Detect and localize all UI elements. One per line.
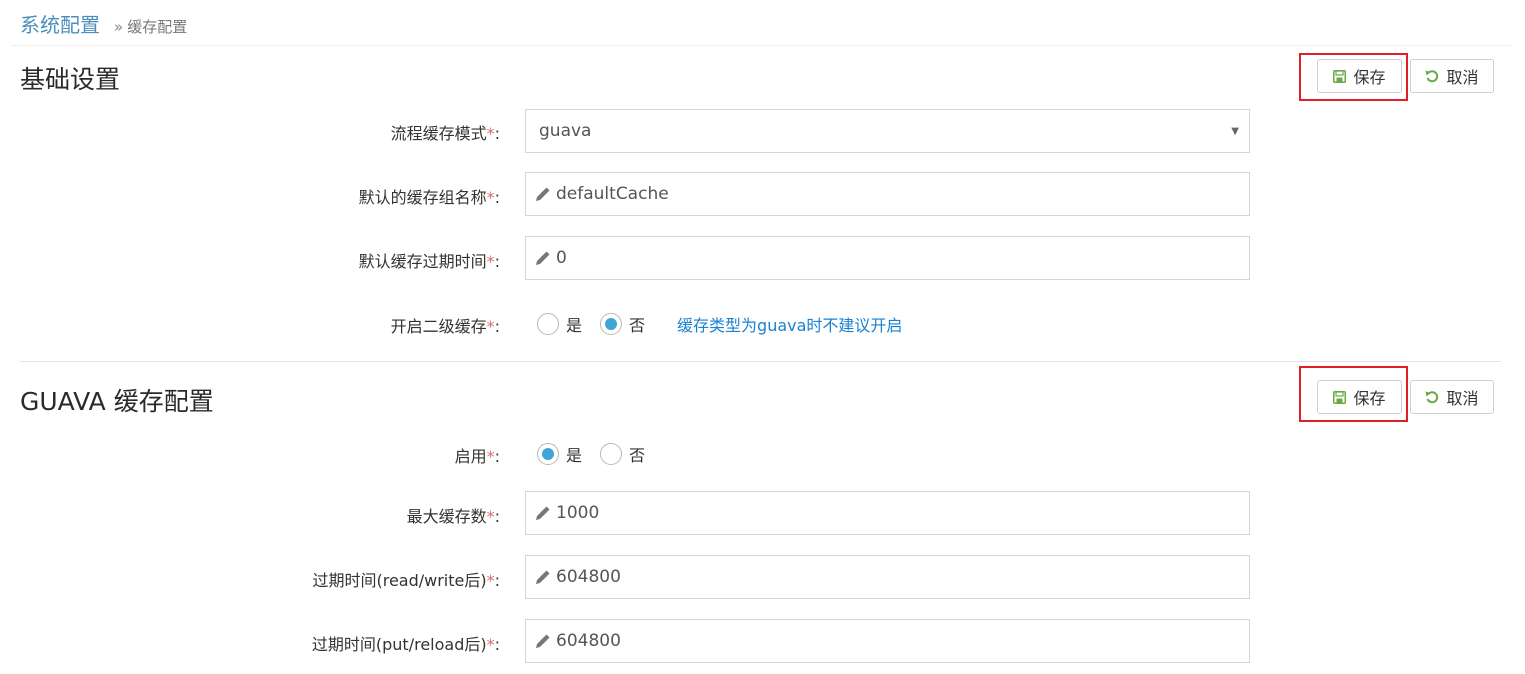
- field-label-group-name: 默认的缓存组名称*:: [358, 188, 500, 207]
- cancel-button-label: 取消: [1446, 389, 1479, 408]
- radio-yes[interactable]: [537, 313, 559, 335]
- field-label-expire-rw: 过期时间(read/write后)*:: [312, 571, 500, 590]
- pencil-icon: [534, 249, 552, 267]
- pencil-icon: [534, 504, 552, 522]
- cache-mode-value: guava: [539, 121, 592, 141]
- breadcrumb-divider: [12, 45, 1514, 46]
- breadcrumb-current: 缓存配置: [127, 18, 188, 36]
- cache-mode-select[interactable]: guava ▼: [525, 109, 1250, 153]
- section-title-guava: GUAVA 缓存配置: [20, 387, 214, 416]
- expire-time-value: 0: [556, 248, 567, 268]
- save-icon: [1333, 69, 1347, 83]
- cancel-button-basic[interactable]: 取消: [1410, 59, 1494, 93]
- save-icon: [1333, 390, 1347, 404]
- section-title-basic: 基础设置: [20, 65, 121, 94]
- field-label-cache-mode: 流程缓存模式*:: [390, 124, 500, 143]
- cancel-button-guava[interactable]: 取消: [1410, 380, 1494, 414]
- cancel-button-label: 取消: [1446, 68, 1479, 87]
- pencil-icon: [534, 185, 552, 203]
- breadcrumb-separator: »: [114, 18, 124, 36]
- second-level-option-yes[interactable]: 是: [537, 312, 582, 336]
- pencil-icon: [534, 568, 552, 586]
- breadcrumb-root-link[interactable]: 系统配置: [20, 9, 100, 38]
- field-label-second-level: 开启二级缓存*:: [390, 317, 500, 336]
- section-divider: [20, 361, 1501, 362]
- save-button-basic[interactable]: 保存: [1317, 59, 1402, 93]
- field-label-enabled: 启用*:: [454, 447, 500, 466]
- save-button-label: 保存: [1353, 68, 1386, 87]
- second-level-hint: 缓存类型为guava时不建议开启: [677, 316, 903, 335]
- second-level-radio-group: 是 否 缓存类型为guava时不建议开启: [537, 312, 902, 336]
- save-button-label: 保存: [1353, 389, 1386, 408]
- undo-icon: [1425, 69, 1439, 83]
- field-label-max-size: 最大缓存数*:: [406, 507, 500, 526]
- expire-pr-input[interactable]: 604800: [525, 619, 1250, 663]
- save-button-guava[interactable]: 保存: [1317, 380, 1402, 414]
- expire-rw-value: 604800: [556, 567, 621, 587]
- breadcrumb: 系统配置 » 缓存配置: [20, 9, 187, 39]
- enabled-option-yes[interactable]: 是: [537, 442, 582, 466]
- radio-no-checked[interactable]: [600, 313, 623, 335]
- chevron-down-icon: ▼: [1231, 126, 1239, 137]
- second-level-option-no[interactable]: 否: [600, 312, 645, 336]
- field-label-expire-pr: 过期时间(put/reload后)*:: [311, 635, 500, 654]
- max-size-input[interactable]: 1000: [525, 491, 1250, 535]
- max-size-value: 1000: [556, 503, 600, 523]
- radio-yes-checked[interactable]: [537, 443, 559, 465]
- group-name-value: defaultCache: [556, 184, 669, 204]
- pencil-icon: [534, 632, 552, 650]
- enabled-radio-group: 是 否: [537, 442, 663, 466]
- enabled-option-no[interactable]: 否: [600, 442, 645, 466]
- group-name-input[interactable]: defaultCache: [525, 172, 1250, 216]
- expire-pr-value: 604800: [556, 631, 621, 651]
- undo-icon: [1425, 390, 1439, 404]
- expire-rw-input[interactable]: 604800: [525, 555, 1250, 599]
- expire-time-input[interactable]: 0: [525, 236, 1250, 280]
- field-label-expire-time: 默认缓存过期时间*:: [358, 252, 500, 271]
- radio-no[interactable]: [600, 443, 623, 465]
